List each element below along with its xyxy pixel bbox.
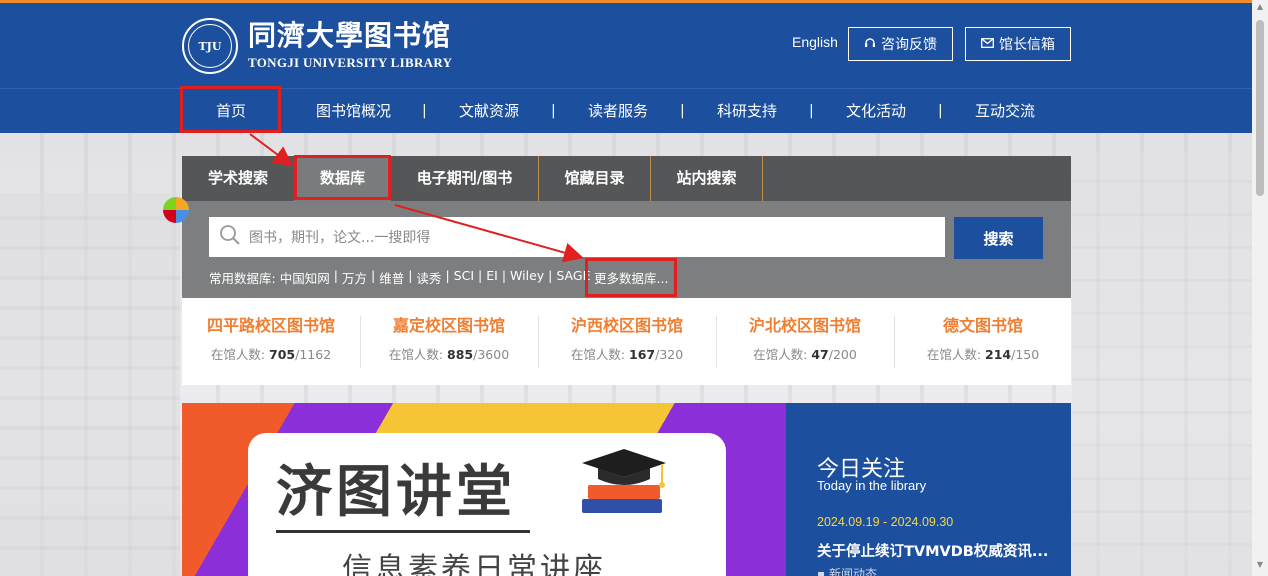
campus-divider <box>538 316 539 368</box>
db-link-duxiu[interactable]: 读秀 <box>416 268 441 287</box>
lecture-banner[interactable]: 济图讲堂 信息素养日常讲座 <box>182 403 786 576</box>
nav-item-resources[interactable]: 文献资源 <box>459 89 519 133</box>
db-link-wiley[interactable]: Wiley <box>510 268 544 287</box>
nav-separator: | <box>809 103 814 119</box>
campus-hubei[interactable]: 沪北校区图书馆 在馆人数: 47/200 <box>734 312 876 372</box>
news-headline-link[interactable]: 关于停止续订TVMVDB权威资讯... <box>817 540 1048 561</box>
tab-academic-search[interactable]: 学术搜索 <box>182 156 294 201</box>
campus-jiading[interactable]: 嘉定校区图书馆 在馆人数: 885/3600 <box>378 312 520 372</box>
search-button[interactable]: 搜索 <box>954 217 1043 259</box>
nav-item-reader-services[interactable]: 读者服务 <box>588 89 648 133</box>
db-separator: | <box>478 268 483 283</box>
nav-item-library-overview[interactable]: 图书馆概况 <box>316 89 391 133</box>
logo-english-name: TONGJI UNIVERSITY LIBRARY <box>248 55 453 70</box>
today-title-en: Today in the library <box>817 478 927 493</box>
nav-item-interaction[interactable]: 互动交流 <box>975 89 1035 133</box>
annotation-box-home <box>180 86 281 133</box>
search-icon <box>219 224 241 250</box>
consult-feedback-button[interactable]: 咨询反馈 <box>848 27 953 61</box>
nav-separator: | <box>938 103 943 119</box>
floating-widget-icon[interactable] <box>163 197 189 223</box>
annotation-box-more-db <box>585 258 677 297</box>
graduation-cap-books-icon <box>574 445 674 525</box>
db-link-ei[interactable]: EI <box>486 268 498 287</box>
campus-occupancy: 在馆人数: 47/200 <box>753 347 857 362</box>
scroll-down-icon[interactable]: ▼ <box>1252 560 1268 574</box>
campus-divider <box>360 316 361 368</box>
director-mailbox-button[interactable]: 馆长信箱 <box>965 27 1071 61</box>
today-focus-panel: 今日关注 Today in the library 2024.09.19 - 2… <box>786 403 1071 576</box>
campus-divider <box>716 316 717 368</box>
db-separator: | <box>548 268 553 283</box>
university-seal-icon: TJU <box>182 18 238 74</box>
db-link-vip[interactable]: 维普 <box>379 268 404 287</box>
page-scrollbar[interactable]: ▲ ▼ <box>1252 0 1268 576</box>
db-separator: | <box>501 268 507 283</box>
news-date-range: 2024.09.19 - 2024.09.30 <box>817 515 954 529</box>
tab-ejournals-books[interactable]: 电子期刊/图书 <box>391 156 538 201</box>
scroll-thumb[interactable] <box>1256 20 1264 196</box>
seal-text: TJU <box>188 24 232 68</box>
campus-name: 沪西校区图书馆 <box>570 316 683 335</box>
nav-separator: | <box>422 103 427 119</box>
campus-occupancy: 在馆人数: 705/1162 <box>210 347 332 362</box>
search-placeholder: 图书，期刊，论文...一搜即得 <box>249 230 431 246</box>
director-mailbox-label: 馆长信箱 <box>999 37 1055 53</box>
banner-subtitle: 信息素养日常讲座 <box>342 552 606 576</box>
tab-catalog[interactable]: 馆藏目录 <box>539 156 650 201</box>
db-link-cnki[interactable]: 中国知网 <box>280 268 330 287</box>
headset-icon <box>864 37 876 52</box>
db-separator: | <box>445 268 450 283</box>
tab-site-search[interactable]: 站内搜索 <box>651 156 762 201</box>
nav-item-research-support[interactable]: 科研支持 <box>717 89 777 133</box>
campus-name: 四平路校区图书馆 <box>206 316 335 335</box>
campus-divider <box>894 316 895 368</box>
campus-occupancy: 在馆人数: 214/150 <box>926 347 1040 362</box>
campus-siping[interactable]: 四平路校区图书馆 在馆人数: 705/1162 <box>200 312 342 372</box>
library-logo[interactable]: TJU 同濟大學图书馆 TONGJI UNIVERSITY LIBRARY <box>182 18 462 76</box>
banner-title: 济图讲堂 <box>276 460 516 525</box>
consult-feedback-label: 咨询反馈 <box>881 37 937 53</box>
nav-separator: | <box>680 103 685 119</box>
english-language-link[interactable]: English <box>792 34 838 50</box>
logo-chinese-name: 同濟大學图书馆 <box>248 19 452 52</box>
annotation-box-database <box>294 155 391 200</box>
campus-occupancy: 在馆人数: 167/320 <box>570 347 684 362</box>
campus-occupancy-panel: 四平路校区图书馆 在馆人数: 705/1162 嘉定校区图书馆 在馆人数: 88… <box>182 298 1071 385</box>
campus-occupancy: 在馆人数: 885/3600 <box>388 347 510 362</box>
campus-huxi[interactable]: 沪西校区图书馆 在馆人数: 167/320 <box>556 312 698 372</box>
scroll-up-icon[interactable]: ▲ <box>1252 2 1268 16</box>
db-separator: | <box>370 268 376 283</box>
db-link-sci[interactable]: SCI <box>454 268 474 287</box>
nav-separator: | <box>551 103 556 119</box>
db-link-wanfang[interactable]: 万方 <box>342 268 367 287</box>
search-input[interactable]: 图书，期刊，论文...一搜即得 <box>209 217 945 257</box>
mail-icon <box>981 37 994 51</box>
campus-name: 嘉定校区图书馆 <box>392 316 505 335</box>
db-separator: | <box>408 268 413 283</box>
tab-divider <box>762 156 763 201</box>
common-db-label: 常用数据库: <box>209 271 276 286</box>
news-category-tag: ▪ 新闻动态 <box>817 567 877 576</box>
campus-german[interactable]: 德文图书馆 在馆人数: 214/150 <box>912 312 1054 372</box>
common-databases: 常用数据库: 中国知网 | 万方 | 维普 | 读秀 | SCI | EI | Wiley |… <box>209 268 590 287</box>
nav-item-cultural-activities[interactable]: 文化活动 <box>846 89 906 133</box>
banner-rule <box>276 530 530 533</box>
campus-name: 沪北校区图书馆 <box>748 316 861 335</box>
db-separator: | <box>333 268 338 283</box>
campus-name: 德文图书馆 <box>942 316 1023 335</box>
